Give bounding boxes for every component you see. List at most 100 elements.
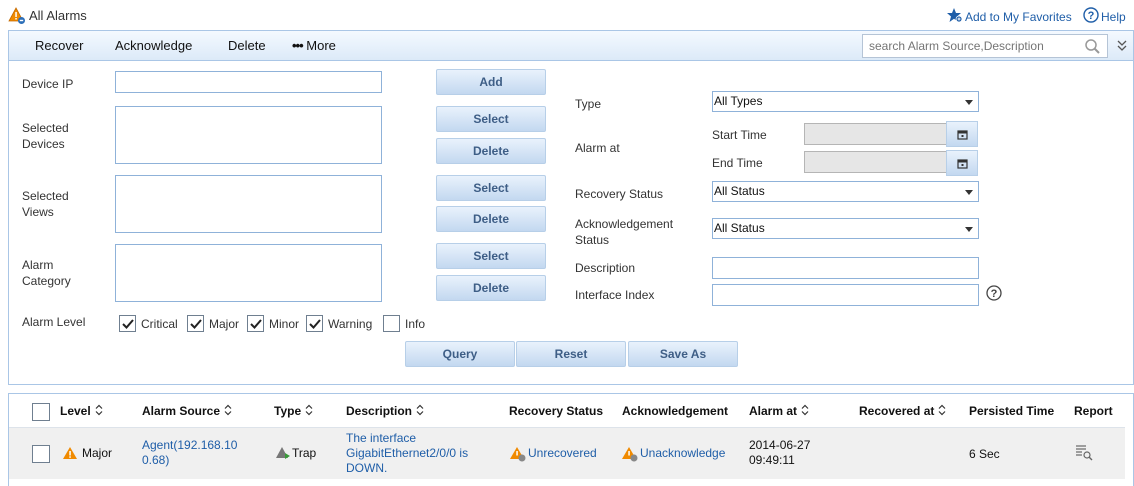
row-level: Major xyxy=(82,446,113,460)
description-label: Description xyxy=(575,261,636,275)
calendar-icon xyxy=(957,159,968,169)
major-level-icon xyxy=(62,446,78,464)
sort-icon xyxy=(305,404,313,419)
select-category-button[interactable]: Select xyxy=(436,243,546,269)
start-time-calendar-button[interactable] xyxy=(946,121,978,147)
page-title: All Alarms xyxy=(29,8,87,23)
alarm-category-label: Alarm Category xyxy=(22,258,71,288)
sort-icon xyxy=(416,404,424,419)
reset-button[interactable]: Reset xyxy=(516,341,626,367)
unrecovered-icon xyxy=(509,446,527,466)
delete-devices-button[interactable]: Delete xyxy=(436,138,546,164)
info-checkbox[interactable] xyxy=(383,315,400,332)
row-acknowledgement-link[interactable]: Unacknowledge xyxy=(640,446,725,461)
end-time-input[interactable] xyxy=(804,151,947,173)
sort-icon xyxy=(224,404,232,419)
column-acknowledgement[interactable]: Acknowledgement xyxy=(622,404,728,418)
column-recovery-status[interactable]: Recovery Status xyxy=(509,404,603,418)
ack-status-value: All Status xyxy=(714,221,765,235)
warning-label: Warning xyxy=(328,317,373,331)
select-devices-button[interactable]: Select xyxy=(436,106,546,132)
sort-icon xyxy=(801,404,809,419)
alarm-at-label: Alarm at xyxy=(575,141,620,155)
star-icon xyxy=(946,7,963,26)
critical-label: Critical xyxy=(141,317,178,331)
filter-panel: Device IP Selected Devices Selected View… xyxy=(8,61,1134,385)
ack-status-select[interactable]: All Status xyxy=(712,218,979,239)
column-alarm-source[interactable]: Alarm Source xyxy=(142,404,232,419)
alarm-level-label: Alarm Level xyxy=(22,315,86,329)
selected-devices-list[interactable] xyxy=(115,106,382,164)
more-dots-icon: ••• xyxy=(292,38,304,53)
calendar-icon xyxy=(957,130,968,140)
device-ip-label: Device IP xyxy=(22,77,74,91)
search-icon[interactable] xyxy=(1084,38,1101,58)
column-report: Report xyxy=(1074,404,1113,418)
column-persisted-time[interactable]: Persisted Time xyxy=(969,404,1054,418)
help-link[interactable]: ? Help xyxy=(1083,7,1126,26)
row-alarm-at: 2014-06-27 09:49:11 xyxy=(749,438,811,467)
type-select[interactable]: All Types xyxy=(712,91,979,112)
more-button[interactable]: ••• More xyxy=(292,38,336,53)
start-time-input[interactable] xyxy=(804,123,947,145)
row-description-link[interactable]: The interface GigabitEthernet2/0/0 is DO… xyxy=(346,431,494,476)
delete-button[interactable]: Delete xyxy=(228,38,266,53)
recovery-status-value: All Status xyxy=(714,184,765,198)
type-select-value: All Types xyxy=(714,94,763,108)
minor-label: Minor xyxy=(269,317,300,331)
row-checkbox[interactable] xyxy=(32,445,50,463)
unacknowledged-icon xyxy=(621,446,639,466)
column-type[interactable]: Type xyxy=(274,404,313,419)
svg-text:?: ? xyxy=(991,288,998,300)
column-description[interactable]: Description xyxy=(346,404,424,419)
action-toolbar: Recover Acknowledge Delete ••• More xyxy=(8,30,1134,61)
svg-text:?: ? xyxy=(1088,10,1095,22)
add-to-favorites-label: Add to My Favorites xyxy=(965,9,1072,24)
add-device-button[interactable]: Add xyxy=(436,69,546,95)
interface-index-input[interactable] xyxy=(712,284,979,306)
search-input[interactable] xyxy=(863,35,1073,57)
trap-icon xyxy=(275,446,291,464)
alarm-grid: Level Alarm Source Type Description Reco… xyxy=(8,393,1134,486)
alarm-warning-icon xyxy=(8,7,26,25)
column-recovered-at[interactable]: Recovered at xyxy=(859,404,946,419)
critical-checkbox[interactable] xyxy=(119,315,136,332)
minor-checkbox[interactable] xyxy=(247,315,264,332)
delete-views-button[interactable]: Delete xyxy=(436,206,546,232)
description-input[interactable] xyxy=(712,257,979,279)
interface-index-help-icon[interactable]: ? xyxy=(986,285,1002,304)
device-ip-input[interactable] xyxy=(115,71,382,93)
help-label: Help xyxy=(1101,9,1126,24)
collapse-chevron-icon[interactable] xyxy=(1116,39,1128,56)
end-time-calendar-button[interactable] xyxy=(946,150,978,176)
select-all-checkbox[interactable] xyxy=(32,403,50,421)
warning-checkbox[interactable] xyxy=(306,315,323,332)
title-bar: All Alarms Add to My Favorites ? Help xyxy=(0,0,1134,30)
column-level[interactable]: Level xyxy=(60,404,103,419)
info-label: Info xyxy=(405,317,426,331)
selected-views-list[interactable] xyxy=(115,175,382,233)
major-checkbox[interactable] xyxy=(187,315,204,332)
help-icon: ? xyxy=(1083,7,1099,26)
table-row[interactable]: Major Agent(192.168.10 0.68) Trap The in… xyxy=(9,427,1125,479)
recovery-status-select[interactable]: All Status xyxy=(712,181,979,202)
select-views-button[interactable]: Select xyxy=(436,175,546,201)
add-to-favorites-link[interactable]: Add to My Favorites xyxy=(946,7,1072,26)
report-icon[interactable] xyxy=(1075,443,1093,465)
recover-button[interactable]: Recover xyxy=(35,38,83,53)
delete-category-button[interactable]: Delete xyxy=(436,275,546,301)
acknowledge-button[interactable]: Acknowledge xyxy=(115,38,192,53)
interface-index-label: Interface Index xyxy=(575,288,655,302)
row-persisted-time: 6 Sec xyxy=(969,447,1000,461)
row-type: Trap xyxy=(292,446,317,460)
dropdown-arrow-icon xyxy=(965,227,973,232)
sort-icon xyxy=(95,404,103,419)
ack-status-label: Acknowledgement Status xyxy=(575,217,674,247)
query-button[interactable]: Query xyxy=(405,341,515,367)
save-as-button[interactable]: Save As xyxy=(628,341,738,367)
selected-devices-label: Selected Devices xyxy=(22,121,69,151)
row-recovery-status-link[interactable]: Unrecovered xyxy=(528,446,597,461)
alarm-category-list[interactable] xyxy=(115,244,382,302)
column-alarm-at[interactable]: Alarm at xyxy=(749,404,809,419)
row-alarm-source-link[interactable]: Agent(192.168.10 0.68) xyxy=(142,438,257,468)
